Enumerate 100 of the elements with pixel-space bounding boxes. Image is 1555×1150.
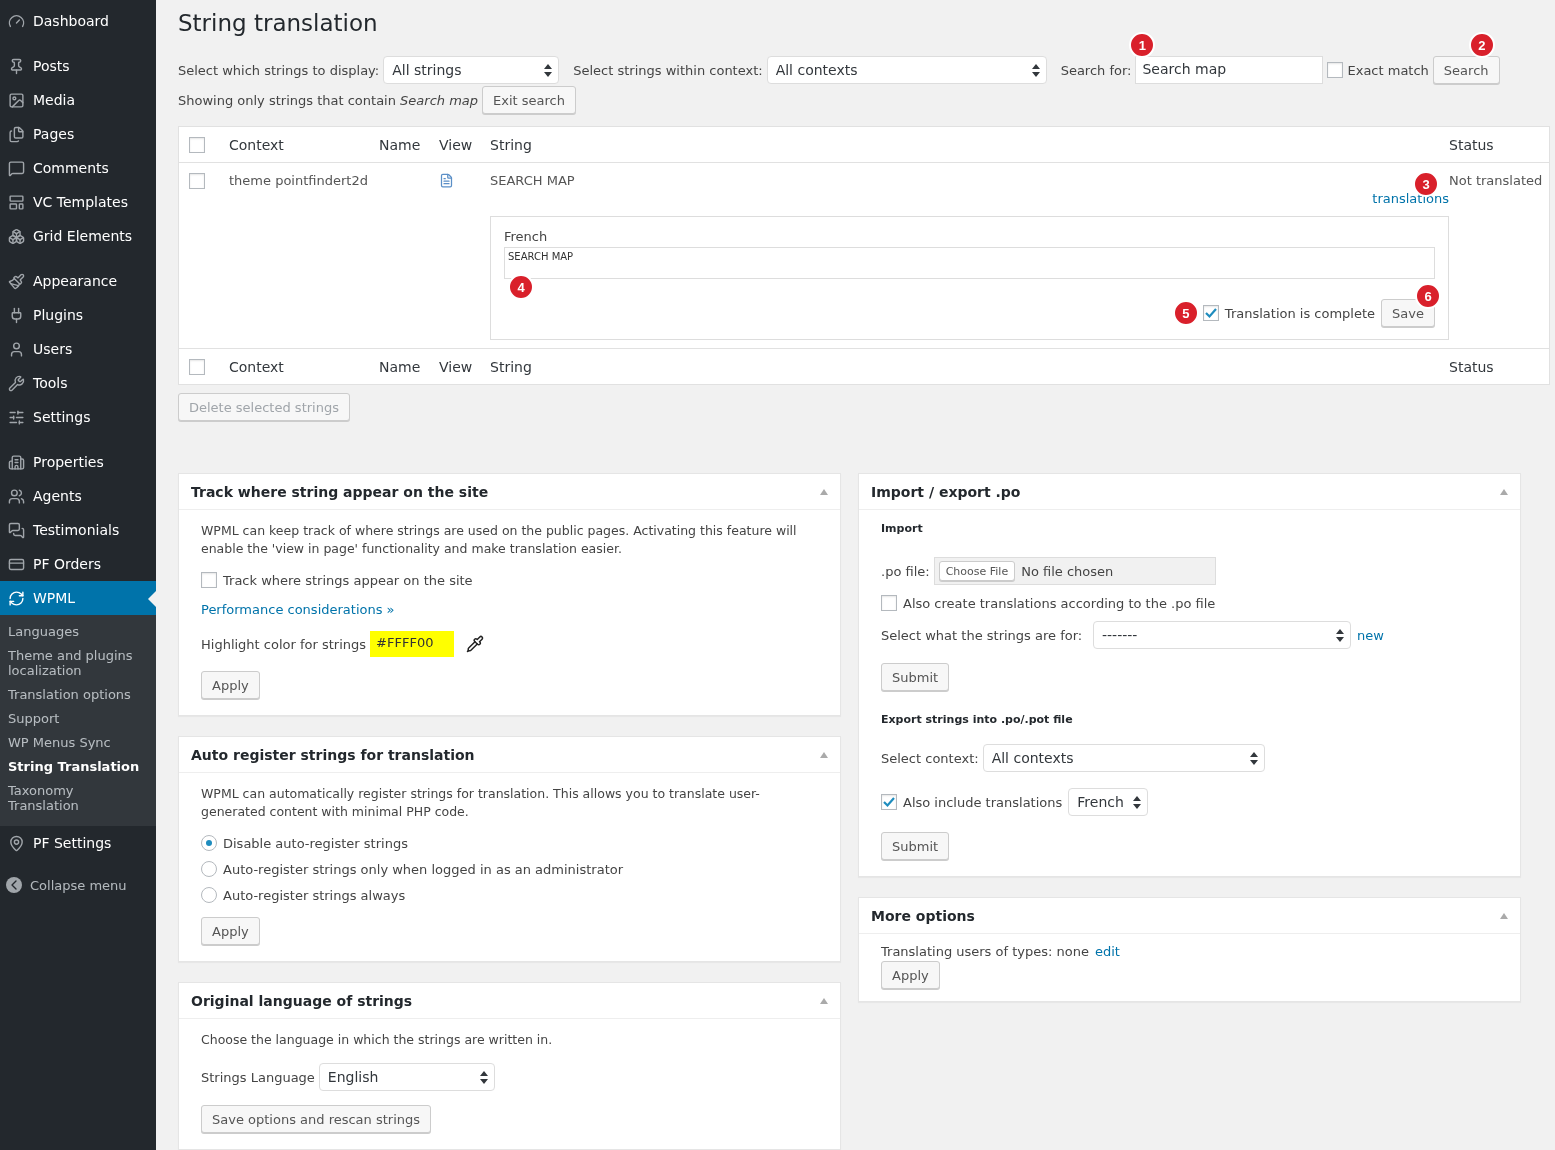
info-text: Translating users of types: none xyxy=(881,944,1089,959)
radio-label: Disable auto-register strings xyxy=(223,835,408,851)
rescan-button[interactable]: Save options and rescan strings xyxy=(201,1105,432,1133)
color-field[interactable]: #FFFF00 xyxy=(370,631,455,657)
submit-button[interactable]: Submit xyxy=(881,832,950,860)
checkbox[interactable] xyxy=(881,794,897,810)
select-arrows-icon xyxy=(1336,628,1344,642)
submenu-item[interactable]: Taxonomy Translation xyxy=(0,779,156,819)
context-select[interactable]: All contexts xyxy=(766,56,1047,84)
table-cell-text: theme pointfindert2d xyxy=(229,173,369,190)
new-link[interactable]: new xyxy=(1357,627,1384,643)
sidebar-item[interactable]: WPML xyxy=(0,581,156,615)
edit-link[interactable]: edit xyxy=(1094,944,1120,959)
column-header: View xyxy=(439,136,474,153)
column-header: Status xyxy=(1449,358,1495,375)
menu-icon xyxy=(8,374,25,392)
page-title: String translation xyxy=(178,10,379,36)
submenu-item[interactable]: Support xyxy=(0,707,156,732)
submenu-item[interactable]: Theme and plugins localization xyxy=(0,644,156,684)
context-select[interactable]: All contexts xyxy=(982,744,1265,772)
select-arrows-icon xyxy=(544,63,553,77)
filter-label: Select which strings to display: xyxy=(178,62,380,78)
collapse-toggle-icon[interactable] xyxy=(820,488,828,495)
callout-badge: 6 xyxy=(1415,283,1442,309)
section-heading: Import xyxy=(881,522,924,535)
submenu-item[interactable]: WP Menus Sync xyxy=(0,731,156,756)
apply-button[interactable]: Apply xyxy=(881,961,940,989)
search-button[interactable]: Search xyxy=(1432,56,1500,84)
callout-badge: 5 xyxy=(1172,300,1199,326)
complete-checkbox[interactable] xyxy=(1202,305,1219,321)
translation-textarea[interactable]: SEARCH MAP xyxy=(504,247,1435,279)
sidebar-item[interactable]: Grid Elements xyxy=(0,219,156,253)
sidebar-item[interactable]: PF Settings xyxy=(0,826,156,861)
row-checkbox[interactable] xyxy=(189,173,205,189)
sidebar-item[interactable]: Settings xyxy=(0,400,156,434)
panel-title: Original language of strings xyxy=(191,992,413,1009)
collapse-toggle-icon[interactable] xyxy=(820,751,828,758)
submenu-item[interactable]: Languages xyxy=(0,621,156,645)
submenu-item[interactable]: Translation options xyxy=(0,683,156,708)
sidebar-item[interactable]: Users xyxy=(0,332,156,366)
language-label: French xyxy=(504,229,549,244)
exact-match-label: Exact match xyxy=(1347,62,1429,78)
checkbox-label: Track where strings appear on the site xyxy=(223,572,473,588)
panel-title: More options xyxy=(871,907,975,924)
panel-title: Import / export .po xyxy=(871,483,1021,500)
strings-for-select[interactable]: ------- xyxy=(1093,621,1351,649)
document-icon[interactable] xyxy=(439,173,454,188)
sidebar-item[interactable]: PF Orders xyxy=(0,547,156,581)
sidebar-item[interactable]: Pages xyxy=(0,117,156,151)
menu-icon xyxy=(8,159,25,177)
collapse-toggle-icon[interactable] xyxy=(1500,912,1508,919)
sidebar-item[interactable]: Appearance xyxy=(0,264,156,298)
submit-button[interactable]: Submit xyxy=(881,663,950,691)
eyedropper-icon[interactable] xyxy=(466,635,485,653)
field-label: Select what the strings are for: xyxy=(881,627,1084,643)
sidebar-item[interactable]: Agents xyxy=(0,479,156,513)
exact-match-checkbox[interactable] xyxy=(1327,62,1344,78)
collapse-menu-button[interactable]: Collapse menu xyxy=(0,871,156,900)
radio-button[interactable] xyxy=(201,835,217,851)
menu-icon xyxy=(8,91,25,109)
filter-label: Select strings within context: xyxy=(573,62,763,78)
sidebar-item[interactable]: Plugins xyxy=(0,298,156,332)
checkbox[interactable] xyxy=(881,595,897,611)
sidebar-item[interactable]: VC Templates xyxy=(0,185,156,219)
select-all-checkbox[interactable] xyxy=(189,136,205,153)
select-arrows-icon xyxy=(479,1070,488,1084)
select-all-checkbox[interactable] xyxy=(189,358,205,375)
menu-icon xyxy=(8,193,25,211)
radio-button[interactable] xyxy=(201,887,217,903)
menu-icon xyxy=(8,227,25,245)
panel-description: Choose the language in which the strings are written in. xyxy=(201,1031,554,1049)
radio-button[interactable] xyxy=(201,861,217,877)
sidebar-item[interactable]: Dashboard xyxy=(0,4,156,38)
collapse-icon xyxy=(6,877,22,894)
radio-label: Auto-register strings only when logged in as an administrator xyxy=(223,861,624,877)
exit-search-button[interactable]: Exit search xyxy=(482,86,576,114)
sidebar-item[interactable]: Testimonials xyxy=(0,513,156,547)
language-select[interactable]: French xyxy=(1068,788,1149,816)
column-header: Name xyxy=(379,358,422,375)
file-field[interactable]: Choose File No file chosen xyxy=(933,557,1216,585)
choose-file-button[interactable]: Choose File xyxy=(938,561,1016,581)
language-select[interactable]: English xyxy=(318,1063,495,1091)
sidebar-item[interactable]: Comments xyxy=(0,151,156,185)
column-header: Status xyxy=(1449,136,1495,153)
collapse-toggle-icon[interactable] xyxy=(820,997,828,1004)
display-select[interactable]: All strings xyxy=(383,56,560,84)
collapse-toggle-icon[interactable] xyxy=(1500,488,1508,495)
panel-description: WPML can automatically register strings for translation. This allows you to translate user-generated content with minimal PHP code. xyxy=(201,785,761,821)
apply-button[interactable]: Apply xyxy=(201,671,260,699)
search-field[interactable]: Search map xyxy=(1135,56,1324,84)
submenu-item[interactable]: String Translation xyxy=(0,755,156,780)
field-label: Select context: xyxy=(881,750,979,766)
sidebar-item[interactable]: Properties xyxy=(0,445,156,479)
sidebar-item[interactable]: Tools xyxy=(0,366,156,400)
sidebar-item[interactable]: Media xyxy=(0,83,156,117)
checkbox-label: Also create translations according to the .po file xyxy=(903,595,1216,611)
track-checkbox[interactable] xyxy=(201,572,217,588)
apply-button[interactable]: Apply xyxy=(201,917,260,945)
performance-link[interactable]: Performance considerations » xyxy=(201,602,395,617)
sidebar-item[interactable]: Posts xyxy=(0,49,156,83)
